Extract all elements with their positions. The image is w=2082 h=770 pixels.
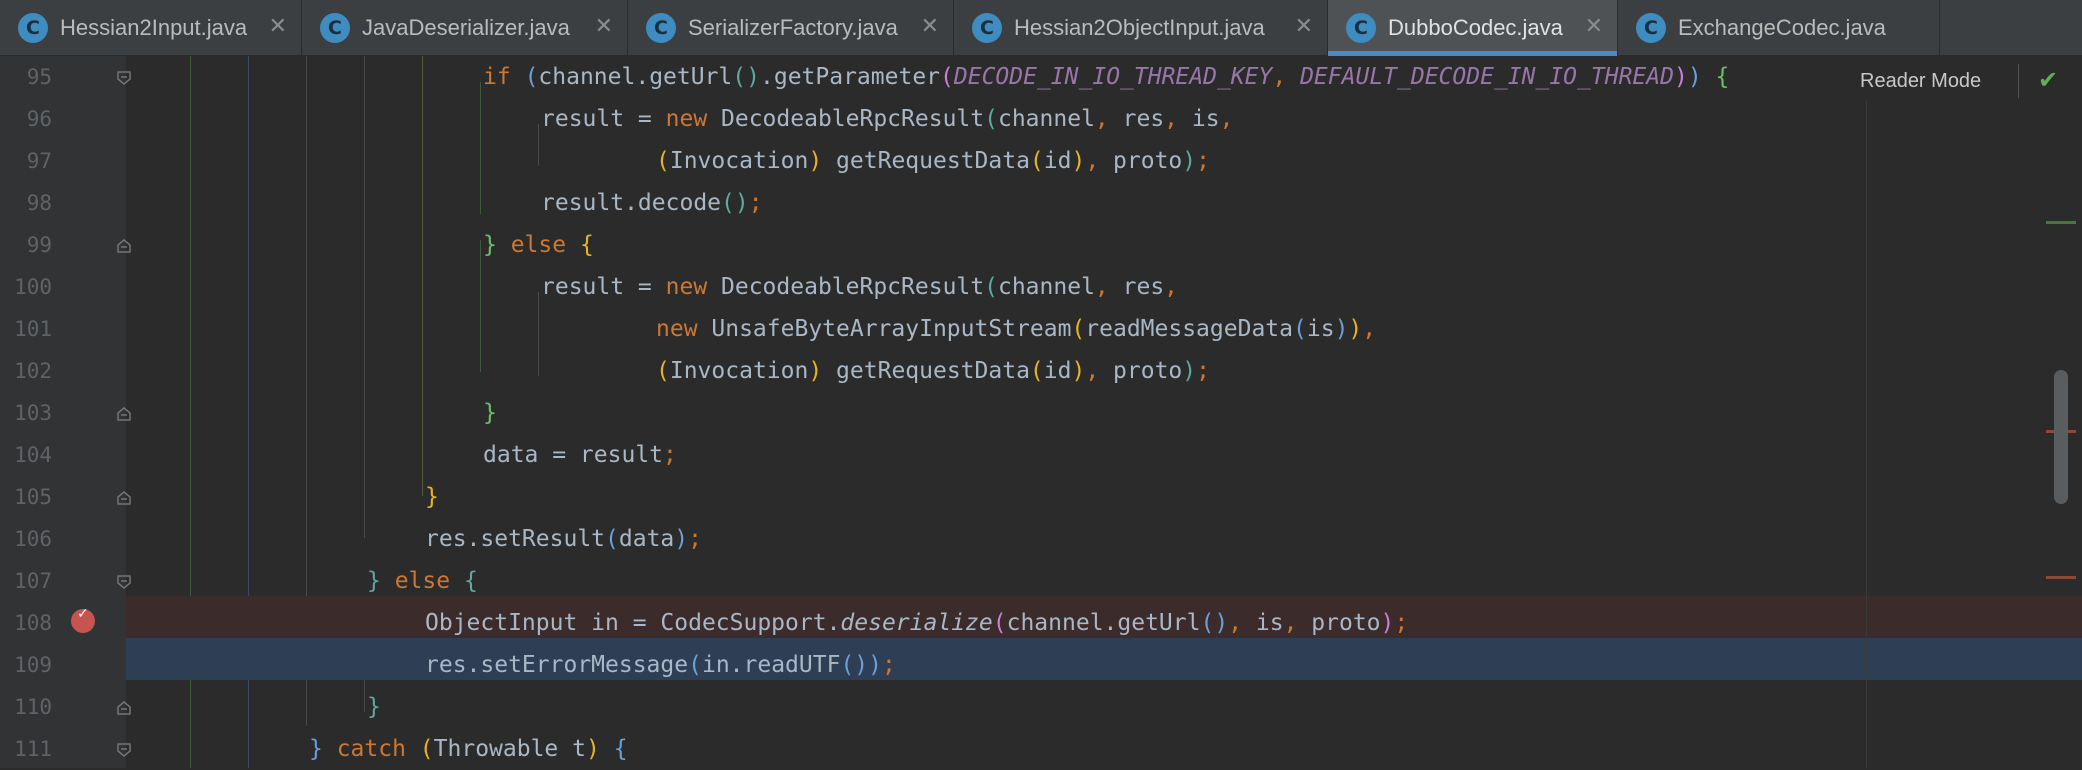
code-line-103: } — [483, 400, 497, 426]
code-line-106: res.setResult(data); — [425, 526, 702, 552]
line-number: 103 — [14, 401, 52, 425]
editor-tab-bar: C Hessian2Input.java ✕ C JavaDeserialize… — [0, 0, 2082, 56]
close-icon[interactable]: ✕ — [921, 14, 939, 40]
code-line-99: } else { — [483, 232, 594, 258]
line-number: 111 — [14, 737, 52, 761]
line-number: 98 — [26, 191, 52, 215]
code-line-102: (Invocation) getRequestData(id), proto); — [656, 358, 1211, 384]
fold-start-icon[interactable] — [116, 742, 132, 758]
code-line-95: if (channel.getUrl().getParameter(DECODE… — [483, 64, 1730, 90]
line-number: 102 — [14, 359, 52, 383]
vertical-scrollbar-thumb[interactable] — [2054, 370, 2068, 504]
tab-label: ExchangeCodec.java — [1678, 15, 1886, 40]
tab-label: DubboCodec.java — [1388, 15, 1563, 40]
code-line-104: data = result; — [483, 442, 677, 468]
code-line-98: result.decode(); — [541, 190, 763, 216]
divider — [2018, 64, 2019, 98]
line-number: 105 — [14, 485, 52, 509]
indent-guide — [538, 124, 539, 166]
line-number: 106 — [14, 527, 52, 551]
code-line-105: } — [425, 484, 439, 510]
tab-label: Hessian2Input.java — [60, 15, 248, 40]
code-line-109: res.setErrorMessage(in.readUTF()); — [425, 652, 896, 678]
tab-label: SerializerFactory.java — [688, 15, 898, 40]
indent-guide — [480, 240, 481, 372]
line-number: 100 — [14, 275, 52, 299]
editor-gutter[interactable]: 95 96 97 98 99 100 101 102 103 104 105 1… — [0, 56, 131, 768]
code-line-97: (Invocation) getRequestData(id), proto); — [656, 148, 1211, 174]
java-class-icon: C — [320, 13, 350, 43]
line-number: 104 — [14, 443, 52, 467]
indent-guide — [422, 56, 423, 496]
fold-end-icon[interactable] — [116, 238, 132, 254]
line-number: 97 — [26, 149, 52, 173]
line-number: 95 — [26, 65, 52, 89]
check-icon[interactable]: ✔ — [2038, 66, 2058, 94]
code-line-101: new UnsafeByteArrayInputStream(readMessa… — [656, 316, 1377, 342]
line-number: 108 — [14, 611, 52, 635]
close-icon[interactable]: ✕ — [595, 14, 613, 40]
breakpoint-icon[interactable]: ✓ — [71, 606, 95, 633]
fold-start-icon[interactable] — [116, 574, 132, 590]
change-marker[interactable] — [2046, 221, 2076, 224]
code-line-100: result = new DecodeableRpcResult(channel… — [541, 274, 1179, 300]
line-number: 107 — [14, 569, 52, 593]
error-stripe-marker[interactable] — [2046, 576, 2076, 579]
tab-hessian2input[interactable]: C Hessian2Input.java ✕ — [0, 0, 302, 56]
line-number: 99 — [26, 233, 52, 257]
fold-start-icon[interactable] — [116, 70, 132, 86]
tab-serializerfactory[interactable]: C SerializerFactory.java ✕ — [628, 0, 954, 56]
code-line-108: ObjectInput in = CodecSupport.deserializ… — [425, 610, 1409, 636]
right-margin-guide — [1866, 100, 1867, 768]
java-class-icon: C — [1636, 13, 1666, 43]
tab-label: Hessian2ObjectInput.java — [1014, 15, 1265, 40]
code-line-107: } else { — [367, 568, 478, 594]
fold-end-icon[interactable] — [116, 406, 132, 422]
line-number: 110 — [14, 695, 52, 719]
close-icon[interactable]: ✕ — [1295, 14, 1313, 40]
java-class-icon: C — [18, 13, 48, 43]
line-number: 109 — [14, 653, 52, 677]
java-class-icon: C — [972, 13, 1002, 43]
tab-label: JavaDeserializer.java — [362, 15, 570, 40]
reader-mode-button[interactable]: Reader Mode — [1860, 70, 1981, 93]
close-icon[interactable]: ✕ — [1585, 14, 1603, 40]
indent-guide — [538, 292, 539, 376]
java-class-icon: C — [646, 13, 676, 43]
code-line-96: result = new DecodeableRpcResult(channel… — [541, 106, 1234, 132]
java-class-icon: C — [1346, 13, 1376, 43]
fold-end-icon[interactable] — [116, 700, 132, 716]
tab-hessian2objectinput[interactable]: C Hessian2ObjectInput.java ✕ — [954, 0, 1328, 56]
fold-end-icon[interactable] — [116, 490, 132, 506]
line-number: 96 — [26, 107, 52, 131]
code-line-111: } catch (Throwable t) { — [309, 736, 628, 762]
indent-guide — [480, 82, 481, 214]
tab-exchangecodec[interactable]: C ExchangeCodec.java — [1618, 0, 1940, 56]
tab-javadeserializer[interactable]: C JavaDeserializer.java ✕ — [302, 0, 628, 56]
close-icon[interactable]: ✕ — [269, 14, 287, 40]
indent-guide — [364, 56, 365, 538]
current-line-highlight — [126, 638, 2082, 680]
tab-dubbocodec[interactable]: C DubboCodec.java ✕ — [1328, 0, 1618, 56]
line-number: 101 — [14, 317, 52, 341]
code-editor[interactable]: if (channel.getUrl().getParameter(DECODE… — [126, 56, 2082, 768]
code-line-110: } — [367, 694, 381, 720]
